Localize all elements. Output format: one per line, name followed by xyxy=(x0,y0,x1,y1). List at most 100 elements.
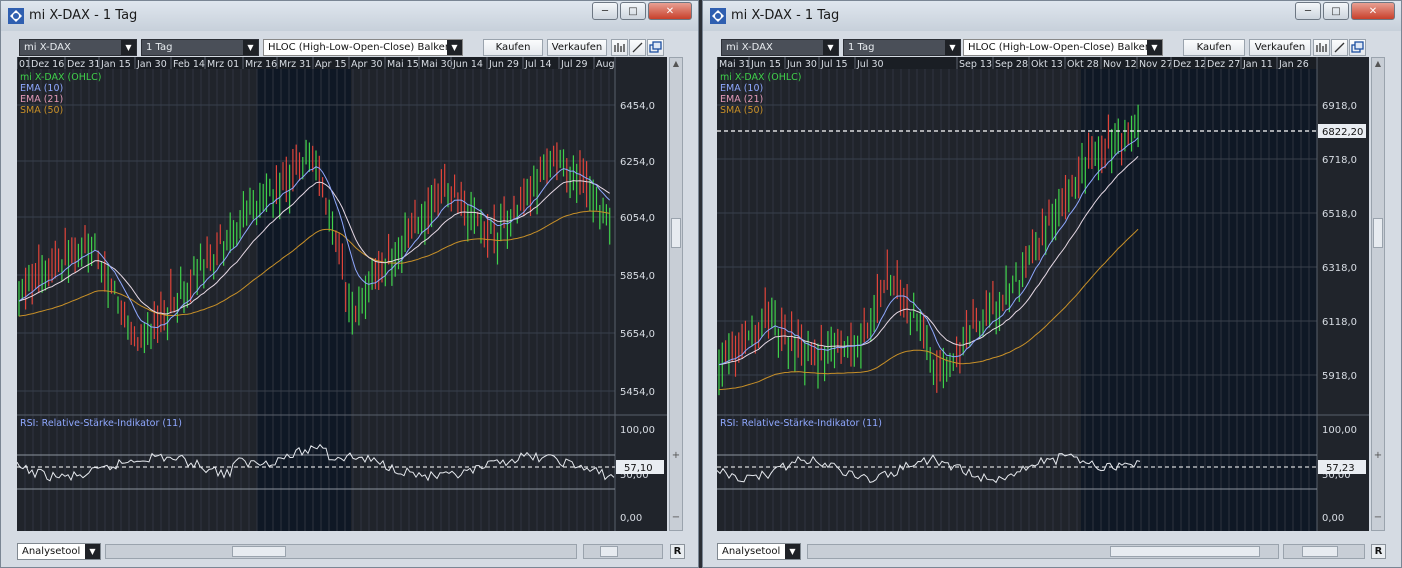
vertical-scrollbar[interactable]: ▲ + − xyxy=(1371,57,1385,531)
sell-button[interactable]: Verkaufen xyxy=(1249,39,1311,56)
rsi-value-label: 57,10 xyxy=(624,463,653,474)
scroll-thumb[interactable] xyxy=(232,546,286,557)
new-window-button[interactable] xyxy=(647,39,664,56)
reset-button[interactable]: R xyxy=(670,544,685,559)
analysetool-select[interactable]: Analysetool ▼ xyxy=(717,543,801,560)
zoom-slider[interactable] xyxy=(583,544,663,559)
bar-chart-icon xyxy=(614,43,625,52)
horizontal-scrollbar[interactable] xyxy=(807,544,1279,559)
date-axis-label: Dez 16 xyxy=(31,59,64,70)
date-axis-label: Jan 30 xyxy=(136,59,167,70)
zoom-slider-thumb[interactable] xyxy=(600,546,618,557)
buy-button[interactable]: Kaufen xyxy=(1183,39,1245,56)
line-tool-icon xyxy=(1334,42,1345,53)
zoom-out-icon[interactable]: − xyxy=(1373,512,1383,524)
chart-type-value: HLOC (High-Low-Open-Close) Balken xyxy=(968,42,1152,53)
close-button[interactable]: ✕ xyxy=(648,2,692,20)
legend-entry: SMA (50) xyxy=(720,105,763,116)
date-axis-label: Apr 30 xyxy=(351,59,383,70)
date-axis-label: Mrz 31 xyxy=(279,59,311,70)
price-axis-label: 6318,0 xyxy=(1322,263,1357,274)
titlebar[interactable]: mi X-DAX - 1 Tag ─ □ ✕ xyxy=(1,1,698,31)
current-price-label: 6822,20 xyxy=(1322,127,1363,138)
chart-toolbar: mi X-DAX ▼ 1 Tag ▼ HLOC (High-Low-Open-C… xyxy=(703,39,1401,57)
zoom-in-icon[interactable]: + xyxy=(671,450,681,462)
chevron-down-icon[interactable]: ▼ xyxy=(447,40,462,55)
chart-area[interactable]: 6454,0 6254,0 6054,0 5854,0 5654,0 5454,0 01 De… xyxy=(16,57,667,531)
chart-type-select[interactable]: HLOC (High-Low-Open-Close) Balken ▼ xyxy=(263,39,463,56)
close-button[interactable]: ✕ xyxy=(1351,2,1395,20)
interval-value: 1 Tag xyxy=(146,42,173,53)
scroll-thumb[interactable] xyxy=(1373,218,1383,248)
instrument-value: mi X-DAX xyxy=(726,42,773,53)
legend-entry: EMA (21) xyxy=(720,94,763,105)
chevron-down-icon[interactable]: ▼ xyxy=(1147,40,1162,55)
chart-type-select[interactable]: HLOC (High-Low-Open-Close) Balken ▼ xyxy=(963,39,1163,56)
bar-chart-tool-button[interactable] xyxy=(611,39,628,56)
window-copy-icon xyxy=(1351,41,1364,53)
chevron-down-icon[interactable]: ▼ xyxy=(85,544,100,559)
legend-entry: mi X-DAX (OHLC) xyxy=(20,72,102,83)
price-axis-label: 6118,0 xyxy=(1322,317,1357,328)
close-icon: ✕ xyxy=(665,5,675,17)
vertical-scrollbar[interactable]: ▲ + − xyxy=(669,57,683,531)
maximize-button[interactable]: □ xyxy=(620,2,646,20)
bar-chart-tool-button[interactable] xyxy=(1313,39,1330,56)
price-chart[interactable]: 6918,0 6718,0 6518,0 6318,0 6118,0 5918,0 Mai … xyxy=(716,57,1369,531)
price-axis-label: 6054,0 xyxy=(620,213,655,224)
minimize-button[interactable]: ─ xyxy=(1295,2,1321,20)
window-copy-icon xyxy=(649,41,662,53)
price-axis-label: 6254,0 xyxy=(620,157,655,168)
zoom-in-icon[interactable]: + xyxy=(1373,450,1383,462)
scroll-thumb[interactable] xyxy=(671,218,681,248)
legend-entry: mi X-DAX (OHLC) xyxy=(720,72,802,83)
price-axis-label: 5454,0 xyxy=(620,387,655,398)
reset-button[interactable]: R xyxy=(1371,544,1386,559)
draw-line-button[interactable] xyxy=(1331,39,1348,56)
zoom-slider[interactable] xyxy=(1283,544,1365,559)
date-axis-label: Nov 12 xyxy=(1103,59,1137,70)
horizontal-scrollbar[interactable] xyxy=(105,544,577,559)
chevron-down-icon[interactable]: ▼ xyxy=(243,40,258,55)
zoom-slider-thumb[interactable] xyxy=(1302,546,1338,557)
interval-value: 1 Tag xyxy=(848,42,875,53)
new-window-button[interactable] xyxy=(1349,39,1366,56)
chart-area[interactable]: 6918,0 6718,0 6518,0 6318,0 6118,0 5918,0 Mai … xyxy=(716,57,1369,531)
chart-type-value: HLOC (High-Low-Open-Close) Balken xyxy=(268,42,452,53)
price-axis-label: 5918,0 xyxy=(1322,371,1357,382)
instrument-select[interactable]: mi X-DAX ▼ xyxy=(19,39,137,56)
app-logo-icon xyxy=(8,8,24,24)
maximize-icon: □ xyxy=(628,5,638,17)
date-axis-label: Mrz 01 xyxy=(207,59,239,70)
rsi-axis-label: 100,00 xyxy=(1322,425,1357,436)
legend-entry: EMA (10) xyxy=(20,83,63,94)
instrument-select[interactable]: mi X-DAX ▼ xyxy=(721,39,839,56)
rsi-axis-label: 0,00 xyxy=(1322,513,1344,524)
scroll-up-icon[interactable]: ▲ xyxy=(1373,59,1383,71)
line-tool-icon xyxy=(632,42,643,53)
price-chart[interactable]: 6454,06254,06054,05854,05654,05454,001 De… xyxy=(16,57,667,531)
draw-line-button[interactable] xyxy=(629,39,646,56)
interval-select[interactable]: 1 Tag ▼ xyxy=(843,39,961,56)
chevron-down-icon[interactable]: ▼ xyxy=(121,40,136,55)
window-title: mi X-DAX - 1 Tag xyxy=(731,8,840,23)
rsi-axis-label: 0,00 xyxy=(620,513,642,524)
date-axis-label: Mai 31 xyxy=(719,59,751,70)
interval-select[interactable]: 1 Tag ▼ xyxy=(141,39,259,56)
close-icon: ✕ xyxy=(1368,5,1378,17)
sell-button[interactable]: Verkaufen xyxy=(547,39,607,56)
maximize-button[interactable]: □ xyxy=(1323,2,1349,20)
minimize-button[interactable]: ─ xyxy=(592,2,618,20)
date-axis-label: Jul 14 xyxy=(524,59,552,70)
analysetool-select[interactable]: Analysetool ▼ xyxy=(17,543,101,560)
chevron-down-icon[interactable]: ▼ xyxy=(945,40,960,55)
analysetool-label: Analysetool xyxy=(22,546,81,557)
zoom-out-icon[interactable]: − xyxy=(671,512,681,524)
chevron-down-icon[interactable]: ▼ xyxy=(785,544,800,559)
scroll-thumb[interactable] xyxy=(1110,546,1260,557)
titlebar[interactable]: mi X-DAX - 1 Tag ─ □ ✕ xyxy=(703,1,1401,31)
date-axis-label: Feb 14 xyxy=(173,59,205,70)
scroll-up-icon[interactable]: ▲ xyxy=(671,59,681,71)
buy-button[interactable]: Kaufen xyxy=(483,39,543,56)
chevron-down-icon[interactable]: ▼ xyxy=(823,40,838,55)
